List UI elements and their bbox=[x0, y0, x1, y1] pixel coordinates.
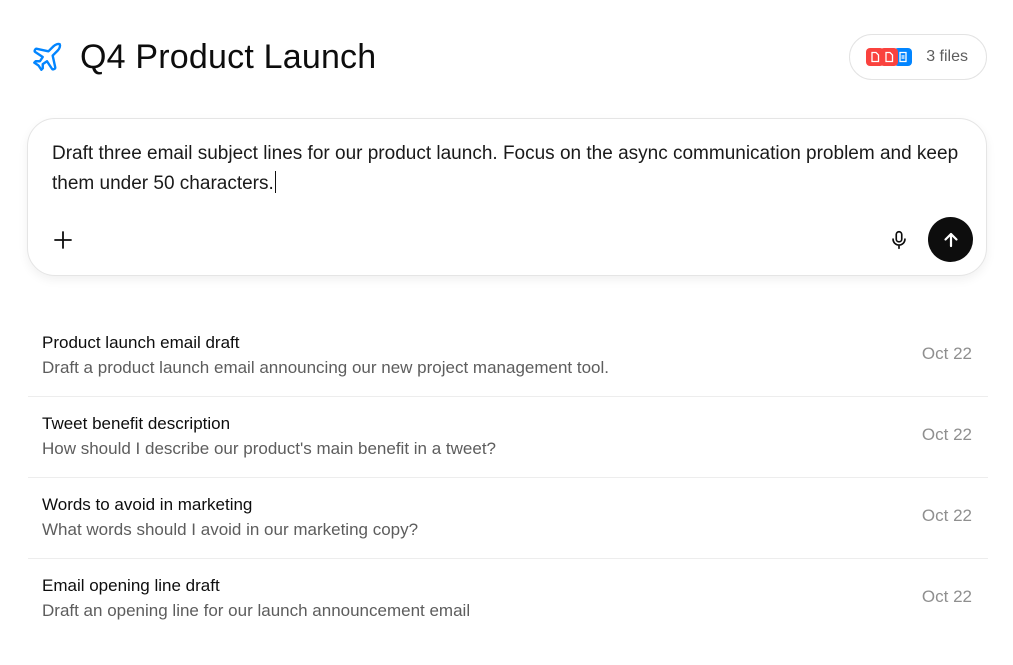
conversation-date: Oct 22 bbox=[921, 587, 972, 606]
arrow-up-icon bbox=[943, 232, 958, 247]
conversation-date: Oct 22 bbox=[921, 344, 972, 363]
prompt-input[interactable]: Draft three email subject lines for our … bbox=[52, 139, 964, 199]
conversation-snippet: Draft a product launch email announcing … bbox=[42, 358, 610, 377]
title-wrap: Q4 Product Launch bbox=[30, 40, 376, 74]
conversation-snippet: Draft an opening line for our launch ann… bbox=[42, 601, 471, 620]
project-page: Q4 Product Launch 3 files Draft three em… bbox=[0, 0, 1013, 665]
text-caret bbox=[274, 171, 276, 193]
conversation-date: Oct 22 bbox=[921, 506, 972, 525]
files-count: 3 files bbox=[926, 48, 968, 65]
prompt-composer[interactable]: Draft three email subject lines for our … bbox=[27, 118, 987, 276]
conversation-title: Email opening line draft bbox=[42, 576, 220, 595]
conversation-title: Product launch email draft bbox=[42, 333, 240, 352]
file-icon-stack bbox=[866, 46, 918, 68]
conversation-item[interactable]: Email opening line draft Draft an openin… bbox=[28, 559, 988, 640]
plus-icon bbox=[54, 231, 72, 249]
send-button[interactable] bbox=[928, 217, 973, 262]
pdf-icon bbox=[866, 48, 885, 66]
conversation-list: Product launch email draft Draft a produ… bbox=[28, 316, 988, 640]
conversation-title: Tweet benefit description bbox=[42, 414, 231, 433]
conversation-item[interactable]: Tweet benefit description How should I d… bbox=[28, 397, 988, 478]
conversation-date: Oct 22 bbox=[921, 425, 972, 444]
project-header: Q4 Product Launch 3 files bbox=[30, 32, 987, 82]
page-title: Q4 Product Launch bbox=[80, 38, 377, 76]
conversation-item[interactable]: Words to avoid in marketing What words s… bbox=[28, 478, 988, 559]
files-button[interactable]: 3 files bbox=[849, 34, 987, 80]
conversation-item[interactable]: Product launch email draft Draft a produ… bbox=[28, 316, 988, 397]
prompt-text: Draft three email subject lines for our … bbox=[52, 143, 959, 194]
conversation-title: Words to avoid in marketing bbox=[42, 495, 253, 514]
conversation-snippet: What words should I avoid in our marketi… bbox=[42, 520, 419, 539]
voice-input-button[interactable] bbox=[886, 227, 912, 253]
microphone-icon bbox=[892, 230, 906, 250]
add-attachment-button[interactable] bbox=[50, 227, 76, 253]
airplane-icon[interactable] bbox=[30, 40, 64, 74]
conversation-snippet: How should I describe our product's main… bbox=[42, 439, 496, 458]
